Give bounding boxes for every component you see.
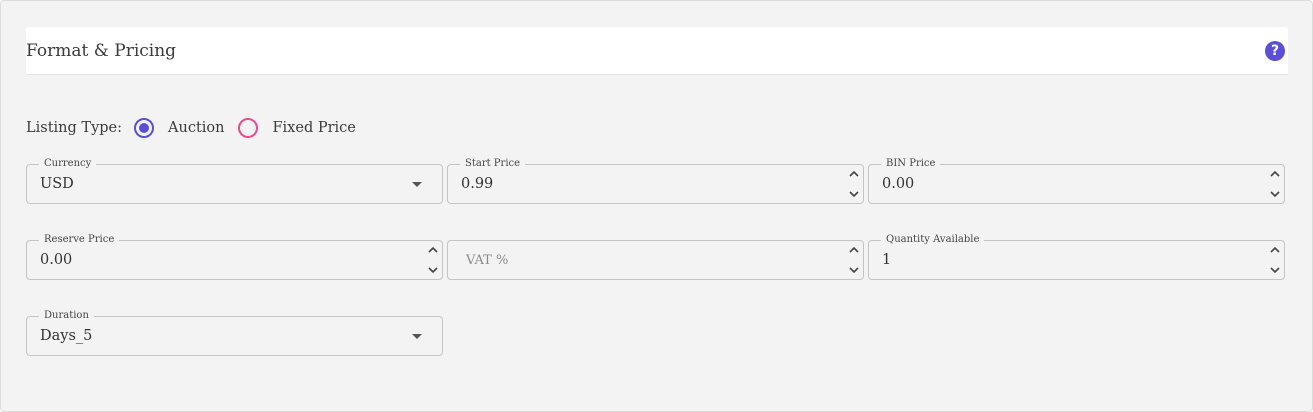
duration-value: Days_5	[40, 328, 93, 344]
radio-label-fixed-price: Fixed Price	[272, 120, 356, 136]
start-price-input[interactable]: Start Price 0.99	[447, 158, 864, 204]
reserve-price-label: Reserve Price	[39, 234, 120, 246]
bin-price-label: BIN Price	[881, 158, 941, 170]
chevron-up-icon[interactable]	[426, 243, 440, 257]
reserve-price-value: 0.00	[40, 252, 73, 268]
chevron-down-icon[interactable]	[426, 263, 440, 277]
chevron-down-icon[interactable]	[847, 263, 861, 277]
radio-option-auction[interactable]: Auction	[134, 118, 224, 138]
quantity-available-label: Quantity Available	[881, 234, 985, 246]
duration-select[interactable]: Duration Days_5	[26, 310, 443, 356]
panel-header: Format & Pricing ?	[26, 27, 1288, 75]
start-price-stepper[interactable]	[847, 167, 861, 201]
start-price-value: 0.99	[461, 176, 494, 192]
bin-price-value: 0.00	[882, 176, 915, 192]
chevron-down-icon[interactable]	[1268, 263, 1282, 277]
radio-label-auction: Auction	[168, 120, 225, 136]
reserve-price-input[interactable]: Reserve Price 0.00	[26, 234, 443, 280]
chevron-up-icon[interactable]	[847, 243, 861, 257]
quantity-stepper[interactable]	[1268, 243, 1282, 277]
chevron-up-icon[interactable]	[847, 167, 861, 181]
vat-placeholder: VAT %	[466, 253, 509, 268]
format-pricing-panel: Format & Pricing ? Listing Type: Auction…	[0, 0, 1313, 412]
bin-price-stepper[interactable]	[1268, 167, 1282, 201]
listing-type-row: Listing Type: Auction Fixed Price	[26, 116, 370, 140]
dropdown-caret-icon[interactable]	[412, 334, 422, 339]
radio-unchecked-icon[interactable]	[238, 118, 259, 138]
vat-stepper[interactable]	[847, 243, 861, 277]
vat-input[interactable]: VAT %	[447, 240, 864, 280]
chevron-up-icon[interactable]	[1268, 243, 1282, 257]
currency-value: USD	[40, 176, 74, 192]
start-price-label: Start Price	[460, 158, 526, 170]
quantity-available-input[interactable]: Quantity Available 1	[868, 234, 1285, 280]
radio-option-fixed-price[interactable]: Fixed Price	[238, 118, 356, 138]
listing-type-label: Listing Type:	[26, 120, 123, 136]
quantity-available-value: 1	[882, 252, 892, 268]
chevron-down-icon[interactable]	[1268, 187, 1282, 201]
currency-label: Currency	[39, 158, 97, 170]
chevron-up-icon[interactable]	[1268, 167, 1282, 181]
help-icon[interactable]: ?	[1265, 41, 1285, 61]
bin-price-input[interactable]: BIN Price 0.00	[868, 158, 1285, 204]
reserve-price-stepper[interactable]	[426, 243, 440, 277]
radio-checked-icon[interactable]	[134, 118, 155, 138]
currency-select[interactable]: Currency USD	[26, 158, 443, 204]
panel-title: Format & Pricing	[26, 41, 177, 61]
duration-label: Duration	[39, 310, 94, 322]
chevron-down-icon[interactable]	[847, 187, 861, 201]
dropdown-caret-icon[interactable]	[412, 182, 422, 187]
